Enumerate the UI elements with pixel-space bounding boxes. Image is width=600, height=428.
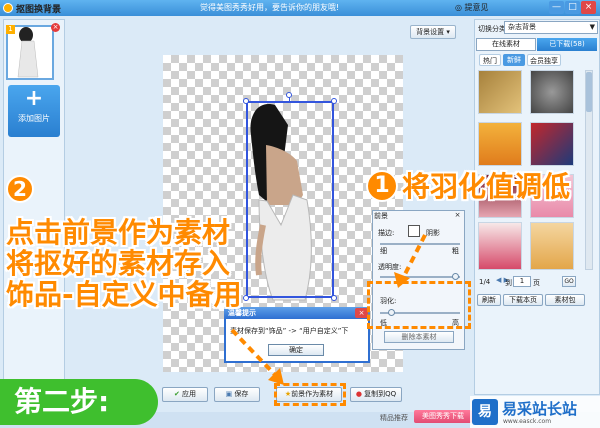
slogan-text: 觉得美图秀秀好用，要告诉你的朋友哦! — [200, 3, 340, 12]
opacity-slider-knob[interactable] — [452, 273, 459, 280]
scrollbar-thumb[interactable] — [586, 72, 592, 112]
refresh-button[interactable]: 刷新 — [477, 294, 501, 306]
material-thumb[interactable] — [530, 222, 574, 270]
subtab-hot[interactable]: 热门 — [479, 54, 501, 66]
thumbnail-close-icon[interactable]: × — [51, 23, 60, 32]
thumbnail-number-badge: 1 — [6, 25, 15, 34]
page-input[interactable]: 1 — [513, 276, 531, 287]
goto-label: 到 — [505, 279, 512, 287]
minimize-button[interactable]: — — [549, 1, 564, 14]
add-image-button[interactable]: + 添加图片 — [8, 85, 60, 137]
page-indicator: 1/4 — [479, 278, 491, 286]
tab-online-materials[interactable]: 在线素材 — [476, 38, 536, 51]
page-unit-label: 页 — [533, 279, 540, 287]
woman-thumbnail-icon — [17, 27, 39, 78]
thick-label: 粗 — [452, 247, 459, 255]
close-button[interactable]: × — [581, 1, 596, 14]
meitu-download-button[interactable]: 美图秀秀下载 — [414, 410, 472, 423]
add-image-label: 添加图片 — [18, 114, 50, 123]
resize-handle-top-left[interactable] — [243, 98, 249, 104]
category-value: 杂志背景 — [508, 23, 536, 31]
featured-link[interactable]: 精品推荐 — [380, 413, 408, 423]
note-line: 将抠好的素材存入 — [6, 247, 231, 280]
material-thumb[interactable] — [478, 222, 522, 270]
material-thumb[interactable] — [530, 70, 574, 114]
material-pack-button[interactable]: 素材包 — [545, 294, 585, 306]
go-button[interactable]: GO — [562, 276, 576, 287]
feedback-link[interactable]: ◎ 提意见 — [455, 2, 489, 13]
material-thumb[interactable] — [478, 70, 522, 114]
app-logo-icon — [3, 3, 13, 13]
step-label-badge: 第二步: — [0, 379, 158, 425]
category-select[interactable]: 杂志背景 ▼ — [504, 21, 598, 34]
download-page-button[interactable]: 下载本页 — [503, 294, 543, 306]
step-number-one-badge: 1 — [366, 170, 398, 202]
subtab-new[interactable]: 新鲜 — [503, 54, 525, 66]
chevron-down-icon: ▼ — [589, 23, 595, 31]
subtab-vip[interactable]: 会员独享 — [527, 54, 561, 66]
watermark-logo: 易 — [472, 399, 498, 425]
window-title: 抠图换背景 — [16, 5, 62, 15]
tab-downloaded[interactable]: 已下载(58) — [537, 38, 597, 51]
window-controls: — □ × — [548, 1, 600, 15]
watermark-text: 易采站长站 — [502, 400, 578, 418]
step-number-two-badge: 2 — [6, 175, 34, 203]
plus-icon: + — [24, 86, 44, 111]
background-settings-button[interactable]: 背景设置 ▾ — [410, 25, 456, 39]
material-thumb[interactable] — [530, 122, 574, 166]
note-line: 饰品-自定义中备用 — [6, 278, 242, 311]
foreground-dialog-close-icon[interactable]: × — [452, 211, 463, 220]
material-thumb[interactable] — [478, 122, 522, 166]
instruction-note-right: 将羽化值调低 — [402, 170, 571, 203]
note-line: 点击前景作为素材 — [6, 216, 231, 249]
watermark-url: www.easck.com — [503, 418, 552, 425]
maximize-button[interactable]: □ — [565, 1, 580, 14]
rotation-handle[interactable] — [286, 92, 292, 98]
switch-category-label: 切换分类 — [478, 25, 506, 33]
checkmark-icon: ✔ — [173, 390, 180, 398]
resize-handle-top-right[interactable] — [331, 98, 337, 104]
instruction-note-left: 点击前景作为素材 将抠好的素材存入 饰品-自定义中备用 — [6, 217, 242, 310]
